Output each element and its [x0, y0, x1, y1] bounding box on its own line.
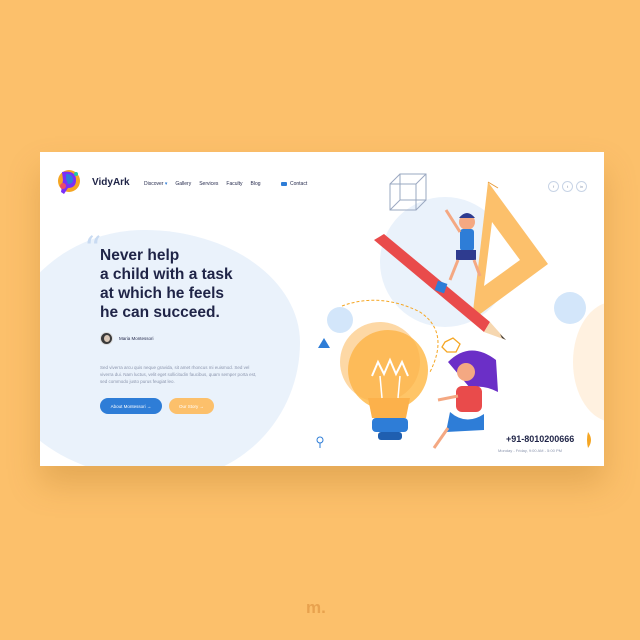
chevron-down-icon: ▾: [164, 181, 168, 187]
main-nav: Discover ▾ Gallery Services Faculty Blog: [144, 181, 261, 187]
quote-author: Maria Montessori: [100, 332, 154, 345]
nav-item-faculty[interactable]: Faculty: [226, 181, 242, 187]
avatar: [100, 332, 113, 345]
our-story-button[interactable]: Our Story →: [169, 398, 214, 414]
author-name: Maria Montessori: [119, 336, 154, 341]
quote-icon: “: [84, 229, 102, 269]
girl-figure: [432, 350, 498, 449]
about-montessori-button[interactable]: About Montessori →: [100, 398, 162, 414]
hero-description: Sed viverra arcu quis neque gravida, sit…: [100, 365, 257, 384]
vidyark-logo-icon[interactable]: [54, 166, 84, 196]
watermark-logo: m.: [306, 598, 326, 617]
phone-number[interactable]: +91-8010200666: [506, 434, 574, 444]
headline-line: a child with a task: [100, 266, 233, 283]
brand-name[interactable]: VidyArk: [92, 177, 130, 188]
hexagon-shape: [441, 337, 461, 353]
circle-shape: [327, 307, 353, 333]
headline-line: at which he feels: [100, 285, 225, 302]
hero-illustration: [316, 173, 591, 449]
nav-label: Discover: [144, 181, 164, 187]
crescent-shape: [587, 432, 591, 448]
nav-item-discover[interactable]: Discover ▾: [144, 181, 167, 187]
nav-item-services[interactable]: Services: [199, 181, 218, 187]
light-bulb-icon: [340, 322, 428, 440]
hero-headline: Never help a child with a task at which …: [100, 246, 270, 322]
landing-page-card: VidyArk Discover ▾ Gallery Services Facu…: [40, 152, 604, 466]
triangle-shape: [318, 338, 330, 348]
headline-line: Never help: [100, 247, 180, 264]
nav-item-blog[interactable]: Blog: [251, 181, 261, 187]
triangle-ruler-icon: [472, 181, 548, 320]
circle-shape: [554, 292, 586, 324]
office-hours: Monday - Friday, 9:00 AM - 5:00 PM: [498, 448, 562, 453]
headline-line: he can succeed.: [100, 304, 220, 321]
nav-item-gallery[interactable]: Gallery: [175, 181, 191, 187]
location-pin-icon: [316, 436, 324, 448]
